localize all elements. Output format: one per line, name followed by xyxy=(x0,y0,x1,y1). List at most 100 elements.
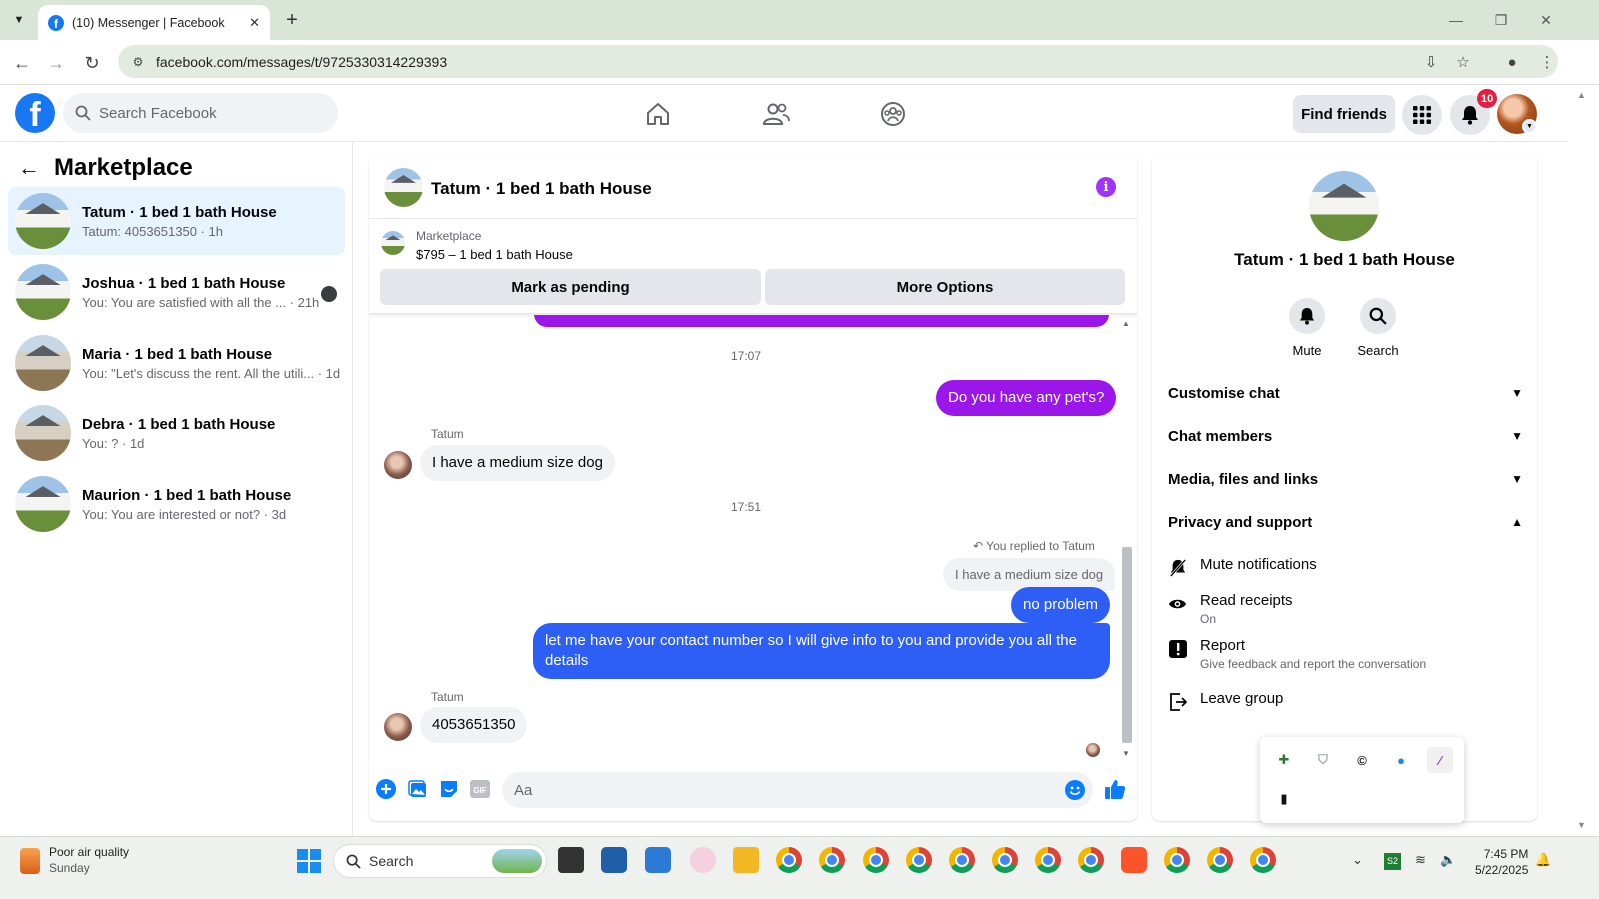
chrome-icon[interactable] xyxy=(1164,847,1190,873)
site-settings-icon[interactable]: ⚙ xyxy=(128,55,148,69)
tray-chevron-icon[interactable]: ⌄ xyxy=(1352,852,1363,868)
back-arrow-icon[interactable]: ← xyxy=(18,155,40,181)
home-icon[interactable] xyxy=(640,96,676,132)
conversation-item-debra[interactable]: Debra · 1 bed 1 bath House You: ? · 1d xyxy=(8,399,345,467)
chat-scroll-thumb[interactable] xyxy=(1122,547,1132,743)
wifi-icon[interactable]: ≋ xyxy=(1415,852,1426,868)
minimize-icon[interactable]: — xyxy=(1441,8,1471,32)
conversation-item-tatum[interactable]: Tatum · 1 bed 1 bath House Tatum: 405365… xyxy=(8,187,345,255)
chat-scroll-up-icon[interactable]: ▲ xyxy=(1122,319,1130,328)
leave-group-item[interactable]: Leave group xyxy=(1168,690,1283,711)
weather-title[interactable]: Poor air quality xyxy=(49,845,129,859)
mark-as-pending-button[interactable]: Mark as pending xyxy=(380,269,761,305)
scroll-up-icon[interactable]: ▲ xyxy=(1577,90,1586,100)
chrome-icon[interactable] xyxy=(1035,847,1061,873)
friends-icon[interactable] xyxy=(758,96,794,132)
profile-icon[interactable]: ● xyxy=(1499,49,1525,75)
reload-icon[interactable]: ↻ xyxy=(78,49,106,77)
brave-icon[interactable] xyxy=(1121,847,1147,873)
conversation-item-maurion[interactable]: Maurion · 1 bed 1 bath House You: You ar… xyxy=(8,470,345,538)
sender-avatar[interactable] xyxy=(384,451,412,479)
new-tab-button[interactable]: + xyxy=(280,8,304,32)
chat-scrollbar[interactable]: ▲ ▼ xyxy=(1119,315,1133,763)
emoji-icon[interactable] xyxy=(1065,780,1085,800)
photo-icon[interactable] xyxy=(406,777,430,801)
chrome-icon[interactable] xyxy=(819,847,845,873)
privacy-support-section[interactable]: Privacy and support ▲ xyxy=(1168,507,1523,537)
chart-extension-icon[interactable]: ▮ xyxy=(1271,786,1297,812)
mute-notifications-item[interactable]: Mute notifications xyxy=(1168,556,1317,577)
message-bubble-outgoing[interactable]: no problem xyxy=(1011,587,1111,623)
chrome-icon[interactable] xyxy=(1250,847,1276,873)
search-in-conversation-button[interactable]: Search xyxy=(1350,298,1406,358)
facebook-search-box[interactable] xyxy=(63,93,338,133)
pen-extension-icon[interactable]: ∕ xyxy=(1427,747,1453,773)
media-files-links-section[interactable]: Media, files and links ▼ xyxy=(1168,464,1523,494)
message-input-box[interactable] xyxy=(502,772,1093,808)
browser-tab[interactable]: f (10) Messenger | Facebook ✕ xyxy=(38,5,270,40)
restore-icon[interactable]: ❐ xyxy=(1486,8,1516,32)
app-icon[interactable] xyxy=(645,847,671,873)
chrome-icon[interactable] xyxy=(992,847,1018,873)
task-view-icon[interactable] xyxy=(558,847,584,873)
tab-search-chevron-icon[interactable]: ▼ xyxy=(6,8,32,32)
page-scrollbar[interactable]: ▲ ▼ xyxy=(1568,86,1599,836)
weather-icon[interactable] xyxy=(20,848,40,874)
message-bubble-outgoing[interactable]: let me have your contact number so I wil… xyxy=(533,623,1110,679)
forward-arrow-icon[interactable]: → xyxy=(42,49,70,77)
chrome-icon[interactable] xyxy=(949,847,975,873)
groups-icon[interactable] xyxy=(875,96,911,132)
mute-button[interactable]: Mute xyxy=(1279,298,1335,358)
window-close-icon[interactable]: ✕ xyxy=(1531,8,1561,32)
message-bubble-outgoing[interactable] xyxy=(534,315,1109,327)
gif-icon[interactable]: GIF xyxy=(468,777,492,801)
report-item[interactable]: Report Give feedback and report the conv… xyxy=(1168,637,1426,671)
facebook-search-input[interactable] xyxy=(99,104,319,122)
chrome-icon[interactable] xyxy=(1078,847,1104,873)
back-arrow-icon[interactable]: ← xyxy=(8,49,36,77)
chrome-icon[interactable] xyxy=(906,847,932,873)
conversation-item-joshua[interactable]: Joshua · 1 bed 1 bath House You: You are… xyxy=(8,258,345,326)
bookmark-star-icon[interactable]: ☆ xyxy=(1450,49,1476,75)
browser-menu-icon[interactable]: ⋮ xyxy=(1534,49,1560,75)
file-explorer-icon[interactable] xyxy=(733,847,759,873)
chat-scroll-down-icon[interactable]: ▼ xyxy=(1122,749,1130,758)
install-app-icon[interactable]: ⇩ xyxy=(1418,49,1444,75)
chat-title[interactable]: Tatum · 1 bed 1 bath House xyxy=(431,179,652,199)
read-receipts-item[interactable]: Read receipts On xyxy=(1168,592,1293,626)
message-bubble-incoming[interactable]: 4053651350 xyxy=(420,707,528,743)
find-friends-button[interactable]: Find friends xyxy=(1293,95,1395,133)
sticker-icon[interactable] xyxy=(437,777,461,801)
chrome-icon[interactable] xyxy=(776,847,802,873)
shield-extension-icon[interactable]: ⛉ xyxy=(1310,747,1336,773)
conversation-item-maria[interactable]: Maria · 1 bed 1 bath House You: "Let's d… xyxy=(8,329,345,397)
info-icon[interactable]: i xyxy=(1096,177,1116,197)
chat-members-section[interactable]: Chat members ▼ xyxy=(1168,421,1523,451)
thumbs-up-icon[interactable] xyxy=(1103,777,1127,801)
sender-avatar[interactable] xyxy=(384,713,412,741)
listing-price[interactable]: $795 – 1 bed 1 bath House xyxy=(416,247,573,262)
chat-info-avatar[interactable] xyxy=(1309,171,1379,241)
omnibox[interactable]: ⚙ facebook.com/messages/t/97253303142293… xyxy=(118,45,1558,78)
scroll-down-icon[interactable]: ▼ xyxy=(1577,820,1586,830)
tray-app-icon[interactable]: S2 xyxy=(1384,853,1401,870)
windows-start-icon[interactable] xyxy=(297,849,321,873)
chrome-icon[interactable] xyxy=(863,847,889,873)
volume-icon[interactable]: 🔈 xyxy=(1440,852,1456,868)
message-input[interactable] xyxy=(514,781,1034,799)
customise-chat-section[interactable]: Customise chat ▼ xyxy=(1168,378,1523,408)
chrome-icon[interactable] xyxy=(1207,847,1233,873)
notification-center-icon[interactable]: 🔔 xyxy=(1535,852,1551,868)
taskbar-search[interactable]: Search xyxy=(333,844,547,878)
c-extension-icon[interactable]: © xyxy=(1349,747,1375,773)
bird-extension-icon[interactable]: ● xyxy=(1388,747,1414,773)
more-options-button[interactable]: More Options xyxy=(765,269,1125,305)
chat-avatar[interactable] xyxy=(384,168,423,207)
puzzle-extension-icon[interactable]: ✚ xyxy=(1271,747,1297,773)
clock[interactable]: 7:45 PM 5/22/2025 xyxy=(1475,846,1528,878)
menu-grid-icon[interactable] xyxy=(1402,95,1442,135)
facebook-logo-icon[interactable]: f xyxy=(15,93,55,133)
url-text[interactable]: facebook.com/messages/t/9725330314229393 xyxy=(156,54,447,70)
store-icon[interactable] xyxy=(601,847,627,873)
message-bubble-outgoing[interactable]: Do you have any pet's? xyxy=(936,380,1117,416)
